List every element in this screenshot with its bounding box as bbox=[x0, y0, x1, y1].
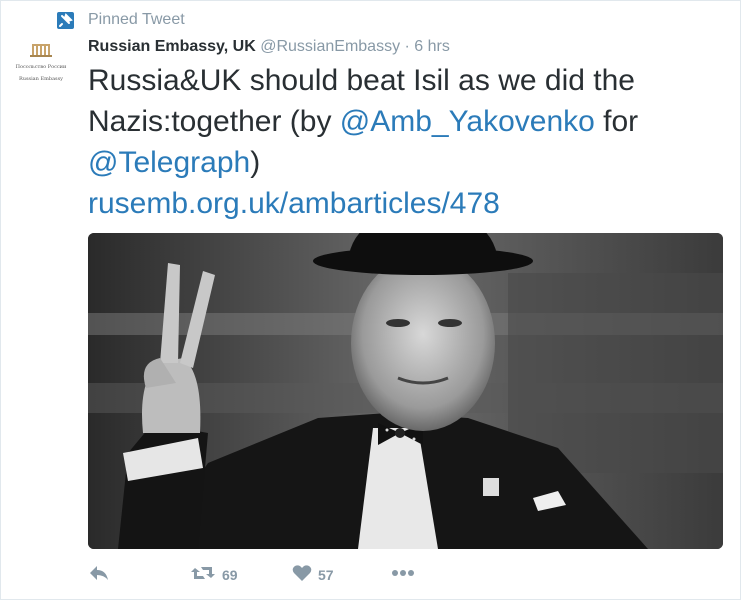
tweet-header: Russian Embassy, UK @RussianEmbassy · 6 … bbox=[88, 38, 450, 56]
reply-button[interactable] bbox=[88, 563, 110, 587]
retweet-button[interactable]: 69 bbox=[190, 563, 238, 587]
more-button[interactable] bbox=[390, 563, 416, 587]
tweet-text-part2: for bbox=[594, 105, 639, 138]
separator-dot: · bbox=[404, 38, 410, 55]
reply-icon bbox=[88, 564, 110, 587]
like-button[interactable]: 57 bbox=[292, 563, 334, 587]
tweet-text-part3: ) bbox=[250, 146, 261, 179]
mention-telegraph[interactable]: @Telegraph bbox=[88, 146, 250, 179]
avatar-text-ru: Посольство России bbox=[16, 64, 67, 70]
retweet-count: 69 bbox=[222, 567, 238, 583]
tweet-photo[interactable] bbox=[88, 233, 723, 549]
avatar[interactable]: Посольство России Russian Embassy bbox=[8, 40, 74, 92]
avatar-text-en: Russian Embassy bbox=[19, 76, 63, 82]
author-handle[interactable]: @RussianEmbassy bbox=[260, 38, 400, 55]
pin-icon bbox=[57, 12, 74, 29]
mention-amb-yakovenko[interactable]: @Amb_Yakovenko bbox=[340, 105, 595, 138]
retweet-icon bbox=[190, 564, 216, 587]
tweet-time[interactable]: 6 hrs bbox=[414, 38, 450, 55]
like-count: 57 bbox=[318, 567, 334, 583]
tweet-text: Russia&UK should beat Isil as we did the… bbox=[88, 60, 728, 224]
article-link[interactable]: rusemb.org.uk/ambarticles/478 bbox=[88, 187, 500, 220]
heart-icon bbox=[292, 564, 312, 587]
author-name[interactable]: Russian Embassy, UK bbox=[88, 38, 256, 55]
pinned-label: Pinned Tweet bbox=[88, 11, 185, 28]
more-icon bbox=[390, 564, 416, 587]
tweet-actions: 69 57 bbox=[88, 563, 728, 587]
